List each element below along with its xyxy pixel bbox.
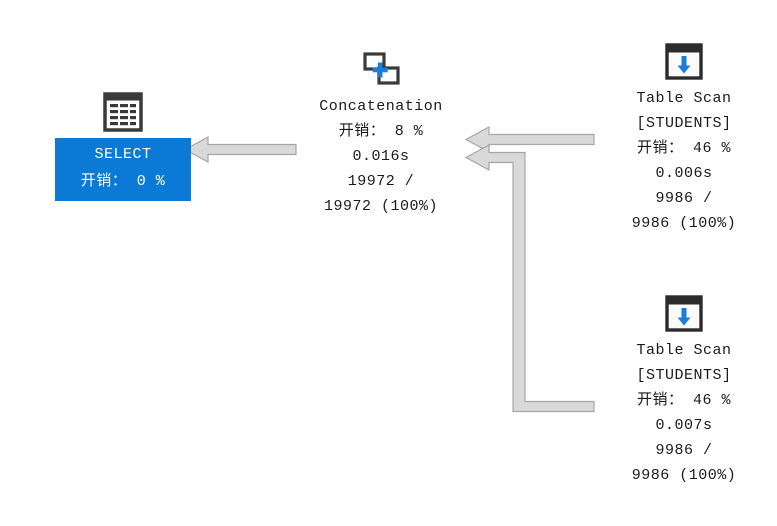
node-scan-bottom-rows-2: 9986 (100%) xyxy=(631,467,737,484)
concatenation-icon xyxy=(359,50,403,90)
connector-scan-bottom-to-concat xyxy=(464,143,595,413)
connector-concat-to-select xyxy=(183,135,297,164)
node-concat-name: Concatenation xyxy=(319,98,443,115)
table-scan-icon xyxy=(662,294,706,334)
node-scan-bottom-cost: 开销： 46 % xyxy=(636,392,731,409)
result-grid-icon xyxy=(101,92,145,132)
node-scan-bottom-name: Table Scan xyxy=(636,342,732,359)
execution-plan-canvas: SELECT 开销： 0 % Concatenation 开销： 8 % 0.0… xyxy=(0,0,777,526)
node-select-cost: 开销： 0 % xyxy=(80,173,166,190)
node-scan-top-rows-2: 9986 (100%) xyxy=(631,215,737,232)
node-concat-rows-1: 19972 / xyxy=(347,173,415,190)
select-highlight-box: SELECT 开销： 0 % xyxy=(55,138,191,201)
connector-scan-top-to-concat xyxy=(464,125,595,154)
node-table-scan-top[interactable]: Table Scan [STUDENTS] 开销： 46 % 0.006s 99… xyxy=(592,42,776,236)
node-scan-bottom-duration: 0.007s xyxy=(655,417,713,434)
node-scan-top-name: Table Scan xyxy=(636,90,732,107)
node-scan-top-object: [STUDENTS] xyxy=(636,115,732,132)
node-scan-top-cost: 开销： 46 % xyxy=(636,140,731,157)
node-concat-rows-2: 19972 (100%) xyxy=(323,198,439,215)
node-scan-bottom-rows-1: 9986 / xyxy=(655,442,713,459)
node-scan-top-rows-1: 9986 / xyxy=(655,190,713,207)
table-scan-icon xyxy=(662,42,706,82)
node-select-name: SELECT xyxy=(94,146,152,163)
node-concat-cost: 开销： 8 % xyxy=(338,123,424,140)
node-select[interactable]: SELECT 开销： 0 % xyxy=(48,92,198,201)
node-scan-bottom-object: [STUDENTS] xyxy=(636,367,732,384)
node-scan-top-duration: 0.006s xyxy=(655,165,713,182)
node-concat-duration: 0.016s xyxy=(352,148,410,165)
node-concatenation[interactable]: Concatenation 开销： 8 % 0.016s 19972 / 199… xyxy=(283,50,479,219)
node-table-scan-bottom[interactable]: Table Scan [STUDENTS] 开销： 46 % 0.007s 99… xyxy=(592,294,776,488)
